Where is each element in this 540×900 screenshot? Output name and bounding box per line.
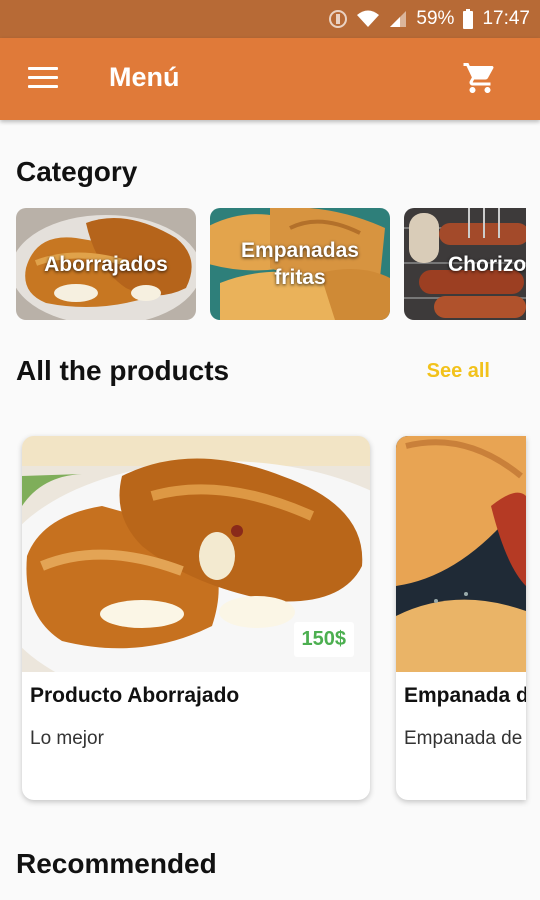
wifi-icon [356, 9, 380, 29]
category-label: Empanadas fritas [241, 239, 359, 289]
price-badge: 150$ [293, 622, 354, 657]
product-name: Empanada de [404, 684, 526, 707]
product-image [396, 436, 526, 672]
category-card-empanadas-fritas[interactable]: Empanadas fritas [210, 208, 390, 320]
clock: 17:47 [482, 8, 530, 29]
shopping-cart-icon[interactable] [462, 60, 498, 96]
product-name: Producto Aborrajado [30, 684, 240, 707]
category-label: Chorizo [448, 252, 526, 276]
category-card-chorizo[interactable]: Chorizo [404, 208, 526, 320]
battery-icon [462, 9, 474, 29]
product-description: Empanada de [404, 728, 523, 749]
product-card-empanada[interactable]: Empanada de Empanada de [396, 436, 526, 800]
category-card-aborrajados[interactable]: Aborrajados [16, 208, 196, 320]
vibrate-icon [328, 9, 348, 29]
hamburger-menu-icon[interactable] [28, 67, 58, 89]
product-description: Lo mejor [30, 728, 104, 749]
product-card-aborrajado[interactable]: 150$ Producto Aborrajado Lo mejor [22, 436, 370, 800]
signal-icon [388, 9, 408, 29]
category-label: Aborrajados [44, 252, 168, 276]
category-heading: Category [16, 156, 138, 187]
see-all-link[interactable]: See all [427, 360, 490, 383]
page-title: Menú [109, 62, 180, 92]
app-bar: Menú [0, 38, 540, 120]
status-bar: 59% 17:47 [0, 0, 540, 38]
battery-percent: 59% [416, 8, 455, 29]
all-products-heading: All the products [16, 355, 230, 386]
recommended-heading: Recommended [16, 848, 217, 879]
